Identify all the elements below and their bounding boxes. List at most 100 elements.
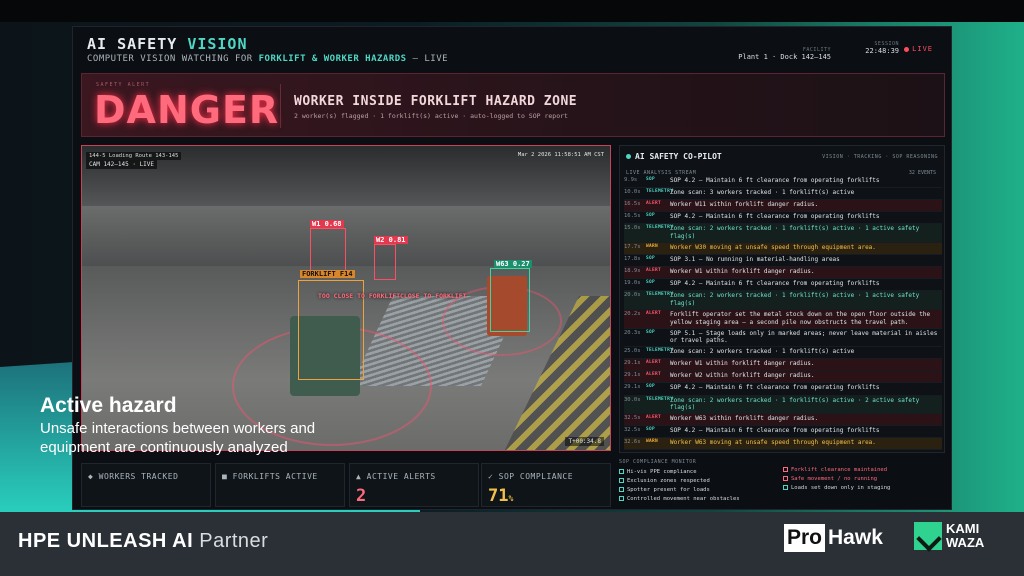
caption: Active hazard Unsafe interactions betwee… [40,394,315,458]
log-time: 29.1s [624,360,641,367]
log-row: 32.5s SOP SOP 4.2 — Maintain 6 ft clearanc… [624,426,942,439]
compliance-label: Forklift clearance maintained [791,467,888,473]
stat-forklifts: ■ FORKLIFTS ACTIVE [215,463,345,507]
log-message: SOP 4.2 — Maintain 6 ft clearance from o… [670,280,880,288]
kamiwaza-logo: KAMI WAZA [914,522,984,550]
log-time: 25.0s [624,348,641,355]
log-type: ALERT [646,372,662,378]
log-message: Worker W63 moving at unsafe speed throug… [670,439,876,447]
log-message: SOP 4.2 — Maintain 6 ft clearance from o… [670,177,880,184]
stat-alerts-label: ▲ ACTIVE ALERTS [356,472,436,481]
banner-divider [280,84,281,128]
caption-body: Unsafe interactions between workers and e… [40,420,316,456]
stat-alerts: ▲ ACTIVE ALERTS 2 [349,463,479,507]
log-message: Zone scan: 2 workers tracked · 1 forklif… [670,396,920,412]
log-message: SOP 4.2 — Maintain 6 ft clearance from o… [670,384,880,392]
log-type: SOP [646,280,656,286]
log-time: 29.1s [624,384,641,391]
alert-level: DANGER [94,88,280,132]
compliance-title: SOP COMPLIANCE MONITOR [619,459,697,465]
app-title: AI SAFETY VISION [87,35,248,53]
log-message: Zone scan: 2 workers tracked · 1 forklif… [670,225,920,241]
caption-title: Active hazard [40,394,177,417]
live-dot-icon [904,46,910,52]
log-message: Worker W30 moving at unsafe speed throug… [670,243,876,251]
copilot-panel: AI SAFETY CO-PILOT VISION · TRACKING · S… [619,145,945,453]
log-row: 29.1s ALERT Worker W2 within forklift dang… [624,371,942,384]
log-type: ALERT [646,360,662,366]
log-type: SOP [646,177,656,182]
log-type: SOP [646,256,656,262]
log-row: 20.2s ALERT Forklift operator set the meta… [624,309,942,329]
compliance-label: Loads set down only in staging [791,485,891,491]
live-indicator: LIVE [904,45,933,53]
log-row: 16.5s SOP SOP 4.2 — Maintain 6 ft clearanc… [624,212,942,225]
facility-info: FACILITY Plant 1 · Dock 142–145 [738,47,831,61]
log-type: WARN [646,439,659,445]
log-time: 20.3s [624,329,641,336]
checkbox-icon [619,469,624,474]
prohawk-logo: Pro Hawk [784,524,883,552]
compliance-item: Hi-vis PPE compliance [619,469,697,475]
analysis-log[interactable]: 9.9s SOP SOP 4.2 — Maintain 6 ft clearance… [624,176,942,450]
camera-elapsed: T+00:34.8 [565,437,604,446]
checkbox-icon [783,476,788,481]
log-row: 17.7s WARN Worker W30 moving at unsafe spe… [624,242,942,256]
status-dot-icon [626,154,631,159]
compliance-label: Exclusion zones respected [627,478,710,484]
compliance-label: Controlled movement near obstacles [627,496,740,502]
log-row: 18.9s ALERT Worker W1 within forklift dang… [624,267,942,280]
log-row: 15.0s TELEMETRY Zone scan: 2 workers track… [624,224,942,243]
log-time: 16.5s [624,213,641,220]
stat-alerts-value: 2 [356,486,367,506]
log-time: 32.5s [624,415,641,422]
log-time: 18.9s [624,268,641,275]
log-message: Worker W1 within forklift danger radius. [670,268,815,276]
alert-headline: WORKER INSIDE FORKLIFT HAZARD ZONE [294,94,578,109]
detection-label-w2: W2 0.81 [374,236,408,244]
log-row: 10.0s TELEMETRY Zone scan: 3 workers track… [624,188,942,201]
compliance-item: Spotter present for loads [619,487,710,493]
checkbox-icon [783,467,788,472]
log-row: 30.0s TELEMETRY Zone scan: 2 workers track… [624,395,942,415]
compliance-label: Safe movement / no running [791,476,878,482]
detection-label-w1: W1 0.68 [310,220,344,228]
log-message: SOP 4.2 — Maintain 6 ft clearance from o… [670,427,880,435]
log-time: 19.0s [624,280,641,287]
copilot-title: AI SAFETY CO-PILOT [626,152,722,161]
danger-banner: SAFETY ALERT DANGER WORKER INSIDE FORKLI… [81,73,945,137]
log-type: ALERT [646,415,662,421]
proximity-warning-1: TOO CLOSE TO FORKLIFT [318,292,401,300]
detection-label-w63: W63 0.27 [494,260,532,268]
session-clock: SESSION 22:48:39 [865,41,899,55]
stats-bar: ◆ WORKERS TRACKED ■ FORKLIFTS ACTIVE ▲ A… [81,463,611,507]
checkbox-icon [619,487,624,492]
stat-sop-value: 71% [488,486,514,506]
log-message: SOP 5.1 — Stage loads only in marked are… [670,329,938,345]
log-row: 17.8s SOP SOP 3.1 — No running in material… [624,255,942,268]
log-row: 19.0s SOP SOP 4.2 — Maintain 6 ft clearanc… [624,279,942,292]
checkbox-icon [619,496,624,501]
log-row: 9.9s SOP SOP 4.2 — Maintain 6 ft clearance… [624,176,942,189]
log-message: Worker W1 within forklift danger radius. [670,360,815,368]
log-message: Worker W63 within forklift danger radius… [670,415,819,423]
log-time: 15.0s [624,225,641,232]
checkbox-icon [783,485,788,490]
log-row: 20.0s TELEMETRY Zone scan: 2 workers track… [624,291,942,310]
camera-timestamp: Mar 2 2026 11:58:51 AM CST [517,152,604,158]
copilot-modes: VISION · TRACKING · SOP REASONING [822,154,938,160]
log-message: Zone scan: 2 workers tracked · 1 forklif… [670,348,855,356]
compliance-item: Exclusion zones respected [619,478,710,484]
kamiwaza-mark-icon [914,522,942,550]
log-type: TELEMETRY [646,348,674,354]
camera-meta: 144-5 Loading Route 143-145 [86,152,182,160]
stage: { "app": { "title_main": "AI SAFETY ", "… [0,0,1024,576]
compliance-item: Forklift clearance maintained [783,467,887,473]
compliance-item: Controlled movement near obstacles [619,496,740,502]
log-time: 29.1s [624,372,641,379]
log-type: TELEMETRY [646,189,674,195]
log-row: 29.1s SOP SOP 4.2 — Maintain 6 ft clearanc… [624,383,942,396]
log-type: ALERT [646,310,662,316]
log-time: 17.8s [624,256,641,263]
log-type: SOP [646,384,656,390]
